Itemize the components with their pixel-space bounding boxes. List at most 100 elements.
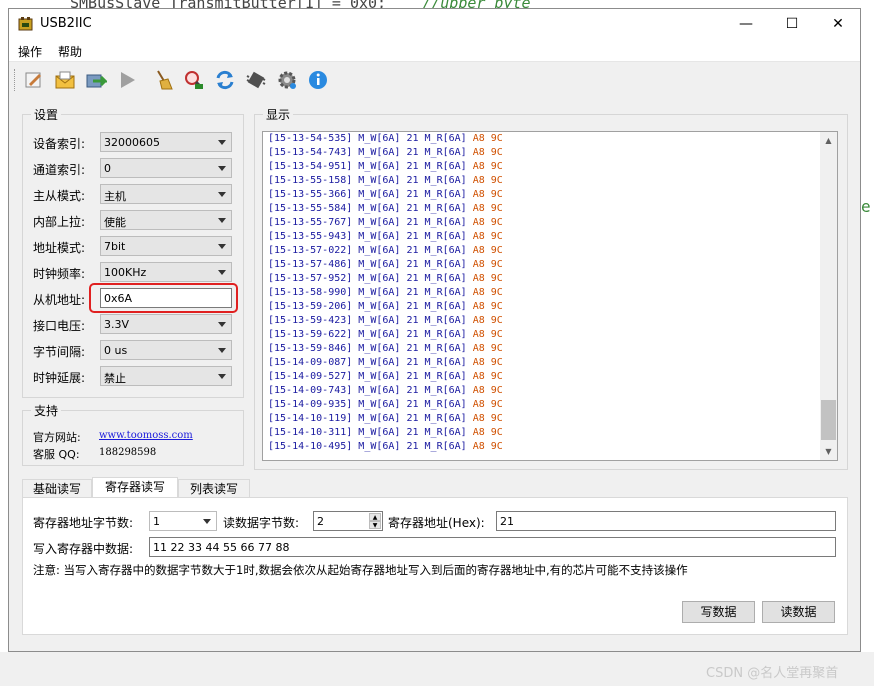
clock-stretch-label: 时钟延展: bbox=[33, 371, 86, 385]
log-line: [15-13-59-846] M_W[6A] 21 M_R[6A] A8 9C bbox=[268, 342, 503, 356]
byte-interval-select[interactable]: 0 us bbox=[100, 340, 232, 360]
log-lines: [15-13-54-535] M_W[6A] 21 M_R[6A] A8 9C[… bbox=[268, 132, 503, 454]
log-line-text: [15-13-57-022] M_W[6A] 21 M_R[6A] bbox=[268, 245, 473, 256]
log-line-hex: A8 9C bbox=[472, 189, 503, 200]
log-line-text: [15-13-58-990] M_W[6A] 21 M_R[6A] bbox=[268, 287, 473, 298]
search-device-icon[interactable] bbox=[182, 68, 206, 92]
log-line-hex: A8 9C bbox=[472, 287, 503, 298]
read-bytes-value: 2 bbox=[317, 515, 324, 528]
log-line: [15-13-59-206] M_W[6A] 21 M_R[6A] A8 9C bbox=[268, 300, 503, 314]
tab-basic-rw[interactable]: 基础读写 bbox=[22, 479, 92, 499]
device-index-select[interactable]: 32000605 bbox=[100, 132, 232, 152]
tab-list-rw[interactable]: 列表读写 bbox=[178, 479, 250, 499]
export-icon[interactable] bbox=[84, 68, 108, 92]
clock-freq-select[interactable]: 100KHz bbox=[100, 262, 232, 282]
toolbar-grip bbox=[14, 69, 17, 91]
log-line-text: [15-13-59-622] M_W[6A] 21 M_R[6A] bbox=[268, 329, 473, 340]
chevron-down-icon bbox=[218, 218, 226, 223]
maximize-button[interactable]: ☐ bbox=[769, 9, 815, 39]
chevron-down-icon bbox=[218, 244, 226, 249]
slave-address-input[interactable]: 0x6A bbox=[100, 288, 232, 308]
tab-register-rw[interactable]: 寄存器读写 bbox=[92, 477, 178, 499]
log-line: [15-13-54-951] M_W[6A] 21 M_R[6A] A8 9C bbox=[268, 160, 503, 174]
log-line-hex: A8 9C bbox=[472, 441, 503, 452]
log-line: [15-13-57-952] M_W[6A] 21 M_R[6A] A8 9C bbox=[268, 272, 503, 286]
voltage-label: 接口电压: bbox=[33, 319, 86, 333]
refresh-icon[interactable] bbox=[213, 68, 237, 92]
log-line-text: [15-13-54-743] M_W[6A] 21 M_R[6A] bbox=[268, 147, 473, 158]
log-line-text: [15-13-55-584] M_W[6A] 21 M_R[6A] bbox=[268, 203, 473, 214]
master-slave-value: 主机 bbox=[104, 190, 126, 203]
watermark: CSDN @名人堂再聚首 bbox=[706, 666, 839, 681]
gear-icon[interactable] bbox=[275, 68, 299, 92]
close-button[interactable]: ✕ bbox=[815, 9, 861, 39]
write-data-input[interactable]: 11 22 33 44 55 66 77 88 bbox=[149, 537, 836, 557]
slave-address-label: 从机地址: bbox=[33, 293, 86, 307]
window-title: USB2IIC bbox=[40, 16, 92, 31]
addr-bytes-select[interactable]: 1 bbox=[149, 511, 217, 531]
write-data-button[interactable]: 写数据 bbox=[682, 601, 755, 623]
log-line: [15-13-54-535] M_W[6A] 21 M_R[6A] A8 9C bbox=[268, 132, 503, 146]
log-line-hex: A8 9C bbox=[472, 217, 503, 228]
broom-icon[interactable] bbox=[151, 68, 175, 92]
edit-icon[interactable] bbox=[22, 68, 46, 92]
chip-icon[interactable] bbox=[244, 68, 268, 92]
read-bytes-stepper[interactable]: 2 ▲ ▼ bbox=[313, 511, 383, 531]
log-line: [15-14-09-935] M_W[6A] 21 M_R[6A] A8 9C bbox=[268, 398, 503, 412]
log-line-text: [15-14-09-527] M_W[6A] 21 M_R[6A] bbox=[268, 371, 473, 382]
play-icon[interactable] bbox=[115, 68, 139, 92]
log-line-text: [15-13-55-366] M_W[6A] 21 M_R[6A] bbox=[268, 189, 473, 200]
log-line-hex: A8 9C bbox=[472, 203, 503, 214]
open-envelope-icon[interactable] bbox=[53, 68, 77, 92]
chevron-down-icon bbox=[218, 270, 226, 275]
scroll-down-icon[interactable]: ▼ bbox=[820, 443, 837, 460]
chevron-down-icon bbox=[218, 166, 226, 171]
chevron-down-icon bbox=[218, 322, 226, 327]
stepper-up-icon[interactable]: ▲ bbox=[369, 513, 381, 521]
log-line: [15-13-55-943] M_W[6A] 21 M_R[6A] A8 9C bbox=[268, 230, 503, 244]
log-line-hex: A8 9C bbox=[472, 413, 503, 424]
read-data-button[interactable]: 读数据 bbox=[762, 601, 835, 623]
stepper-down-icon[interactable]: ▼ bbox=[369, 521, 381, 529]
scroll-thumb[interactable] bbox=[821, 400, 836, 440]
address-mode-select[interactable]: 7bit bbox=[100, 236, 232, 256]
log-line: [15-13-58-990] M_W[6A] 21 M_R[6A] A8 9C bbox=[268, 286, 503, 300]
log-line: [15-13-55-584] M_W[6A] 21 M_R[6A] A8 9C bbox=[268, 202, 503, 216]
settings-group-title: 设置 bbox=[31, 106, 62, 123]
scroll-up-icon[interactable]: ▲ bbox=[820, 132, 837, 149]
log-line-hex: A8 9C bbox=[472, 273, 503, 284]
register-note: 注意: 当写入寄存器中的数据字节数大于1时,数据会依次从起始寄存器地址写入到后面… bbox=[33, 563, 688, 577]
website-label: 官方网站: bbox=[33, 431, 81, 444]
log-line: [15-13-59-423] M_W[6A] 21 M_R[6A] A8 9C bbox=[268, 314, 503, 328]
log-line-hex: A8 9C bbox=[472, 371, 503, 382]
channel-index-select[interactable]: 0 bbox=[100, 158, 232, 178]
log-line-hex: A8 9C bbox=[472, 133, 503, 144]
minimize-button[interactable]: — bbox=[723, 9, 769, 39]
app-icon bbox=[18, 17, 33, 31]
log-line-text: [15-13-54-951] M_W[6A] 21 M_R[6A] bbox=[268, 161, 473, 172]
toolbar bbox=[9, 61, 860, 97]
website-link[interactable]: www.toomoss.com bbox=[99, 430, 193, 441]
log-line-text: [15-14-09-935] M_W[6A] 21 M_R[6A] bbox=[268, 399, 473, 410]
clock-stretch-value: 禁止 bbox=[104, 372, 126, 385]
log-scrollbar[interactable]: ▲ ▼ bbox=[820, 132, 837, 460]
device-index-value: 32000605 bbox=[104, 136, 160, 149]
log-line-text: [15-13-55-158] M_W[6A] 21 M_R[6A] bbox=[268, 175, 473, 186]
reg-addr-input[interactable]: 21 bbox=[496, 511, 836, 531]
clock-freq-value: 100KHz bbox=[104, 266, 147, 279]
info-icon[interactable] bbox=[306, 68, 330, 92]
master-slave-label: 主从模式: bbox=[33, 189, 86, 203]
pullup-select[interactable]: 使能 bbox=[100, 210, 232, 230]
menu-operate[interactable]: 操作 bbox=[18, 43, 42, 60]
voltage-select[interactable]: 3.3V bbox=[100, 314, 232, 334]
clock-stretch-select[interactable]: 禁止 bbox=[100, 366, 232, 386]
master-slave-select[interactable]: 主机 bbox=[100, 184, 232, 204]
log-line: [15-14-10-311] M_W[6A] 21 M_R[6A] A8 9C bbox=[268, 426, 503, 440]
log-line-text: [15-13-59-846] M_W[6A] 21 M_R[6A] bbox=[268, 343, 473, 354]
log-line-text: [15-13-57-952] M_W[6A] 21 M_R[6A] bbox=[268, 273, 473, 284]
menu-help[interactable]: 帮助 bbox=[58, 43, 82, 60]
clock-freq-label: 时钟频率: bbox=[33, 267, 86, 281]
log-output[interactable]: [15-13-54-535] M_W[6A] 21 M_R[6A] A8 9C[… bbox=[262, 131, 838, 461]
background-code-fragment: e bbox=[861, 197, 871, 216]
log-line-text: [15-14-09-087] M_W[6A] 21 M_R[6A] bbox=[268, 357, 473, 368]
